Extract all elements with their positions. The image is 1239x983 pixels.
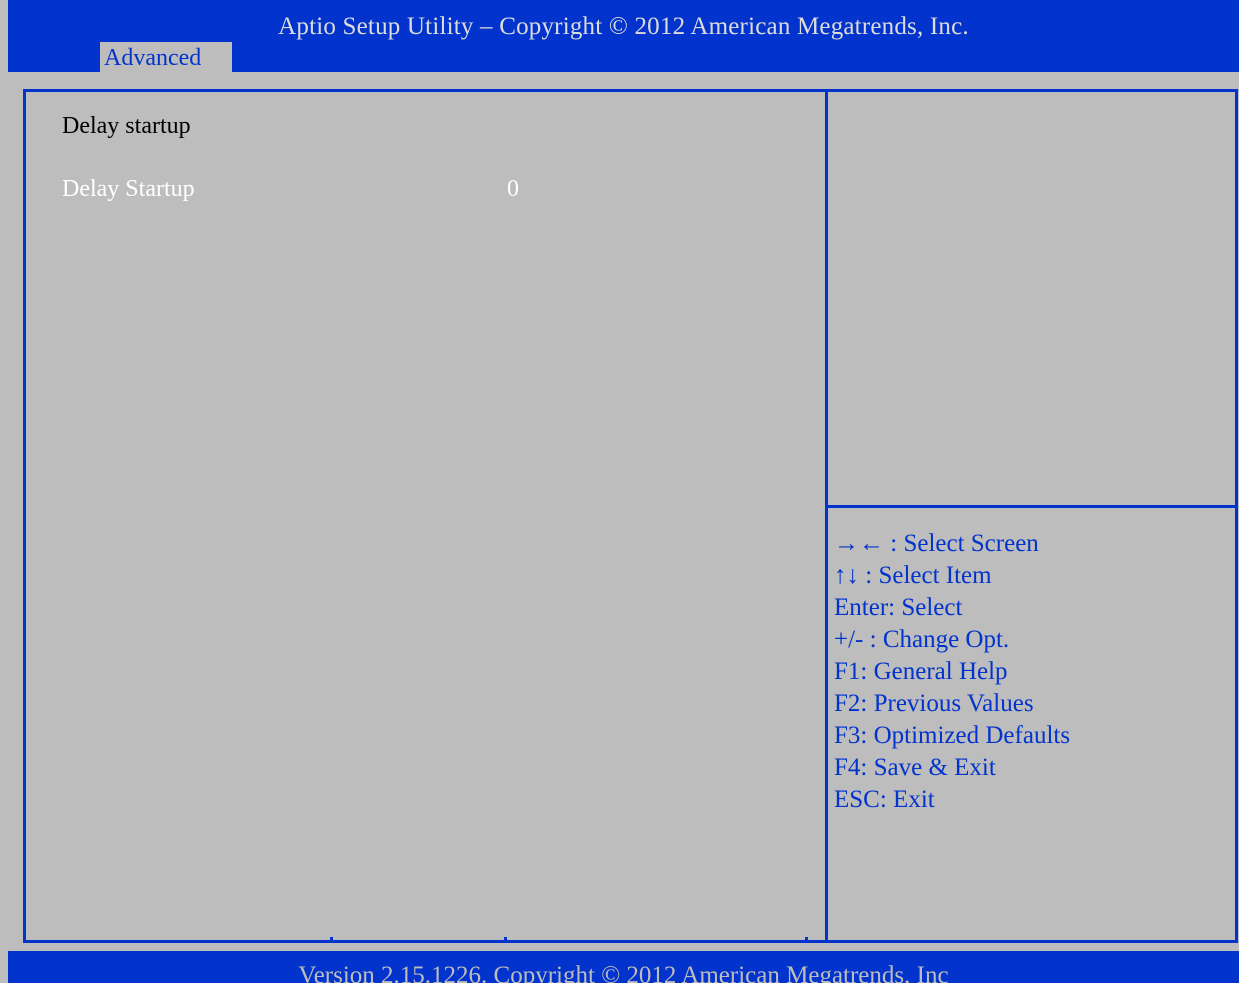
option-value[interactable]: 0	[507, 174, 519, 204]
frame-tick	[330, 937, 333, 943]
help-esc-exit: ESC: Exit	[834, 786, 935, 813]
vertical-divider	[825, 89, 828, 943]
help-select-item: ↑↓ : Select Item	[834, 562, 992, 589]
help-previous-values: F2: Previous Values	[834, 690, 1034, 717]
help-save-exit: F4: Save & Exit	[834, 754, 996, 781]
help-general-help: F1: General Help	[834, 658, 1008, 685]
frame-tick	[805, 937, 808, 943]
footer-bar: Version 2.15.1226. Copyright © 2012 Amer…	[8, 951, 1239, 983]
help-enter-select: Enter: Select	[834, 594, 963, 621]
tab-advanced[interactable]: Advanced	[100, 42, 232, 72]
help-divider	[825, 505, 1235, 508]
page-heading: Delay startup	[62, 113, 191, 139]
utility-title: Aptio Setup Utility – Copyright © 2012 A…	[278, 13, 969, 40]
option-row-delay-startup[interactable]: Delay Startup 0	[62, 174, 762, 206]
help-optimized-defaults: F3: Optimized Defaults	[834, 722, 1071, 749]
help-select-screen: →← : Select Screen	[834, 530, 1039, 557]
title-bar: Aptio Setup Utility – Copyright © 2012 A…	[8, 0, 1239, 72]
frame-tick	[504, 937, 507, 943]
help-change-opt: +/- : Change Opt.	[834, 626, 1010, 653]
option-label: Delay Startup	[62, 176, 195, 202]
key-help-panel: →← : Select Screen ↑↓ : Select Item Ente…	[834, 528, 1070, 816]
version-text: Version 2.15.1226. Copyright © 2012 Amer…	[298, 962, 949, 983]
